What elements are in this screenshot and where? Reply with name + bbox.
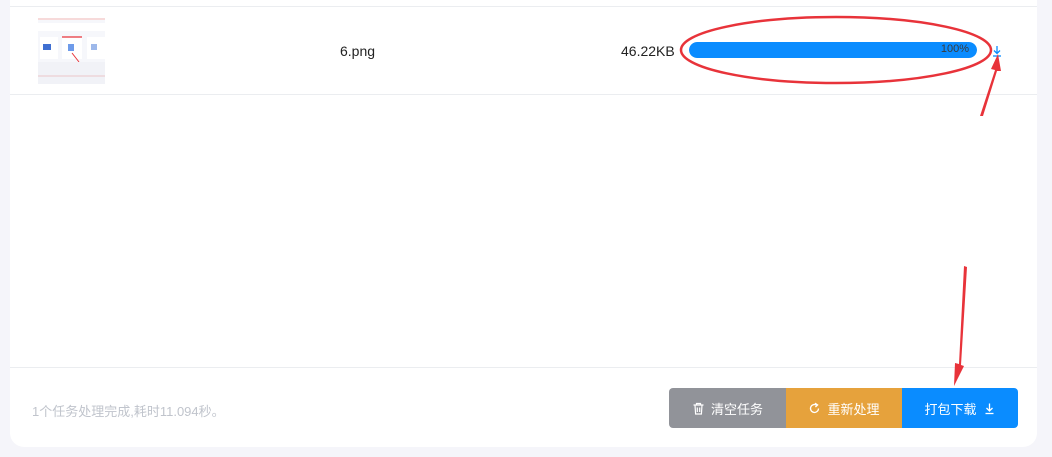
file-thumbnail (38, 17, 105, 84)
progress-label: 100% (940, 43, 969, 55)
refresh-icon (808, 402, 821, 415)
download-icon (983, 402, 996, 415)
status-text: 1个任务处理完成,耗时11.094秒。 (32, 404, 225, 419)
file-row: 6.png 46.22KB 100% (10, 6, 1037, 95)
result-panel: 6.png 46.22KB 100% 1个任务处理完成,耗时11.094秒。 清… (10, 0, 1037, 447)
file-name: 6.png (340, 43, 376, 59)
download-icon[interactable] (990, 44, 1004, 58)
pack-download-button[interactable]: 打包下载 (902, 388, 1018, 428)
trash-icon (692, 402, 705, 415)
reprocess-label: 重新处理 (827, 401, 880, 417)
footer-divider (10, 367, 1037, 368)
progress-fill (689, 42, 977, 58)
clear-tasks-label: 清空任务 (710, 401, 763, 417)
clear-tasks-button[interactable]: 清空任务 (669, 388, 786, 428)
reprocess-button[interactable]: 重新处理 (786, 388, 902, 428)
pack-download-label: 打包下载 (924, 401, 977, 417)
progress-bar: 100% (689, 42, 977, 58)
file-size: 46.22KB (621, 43, 675, 59)
